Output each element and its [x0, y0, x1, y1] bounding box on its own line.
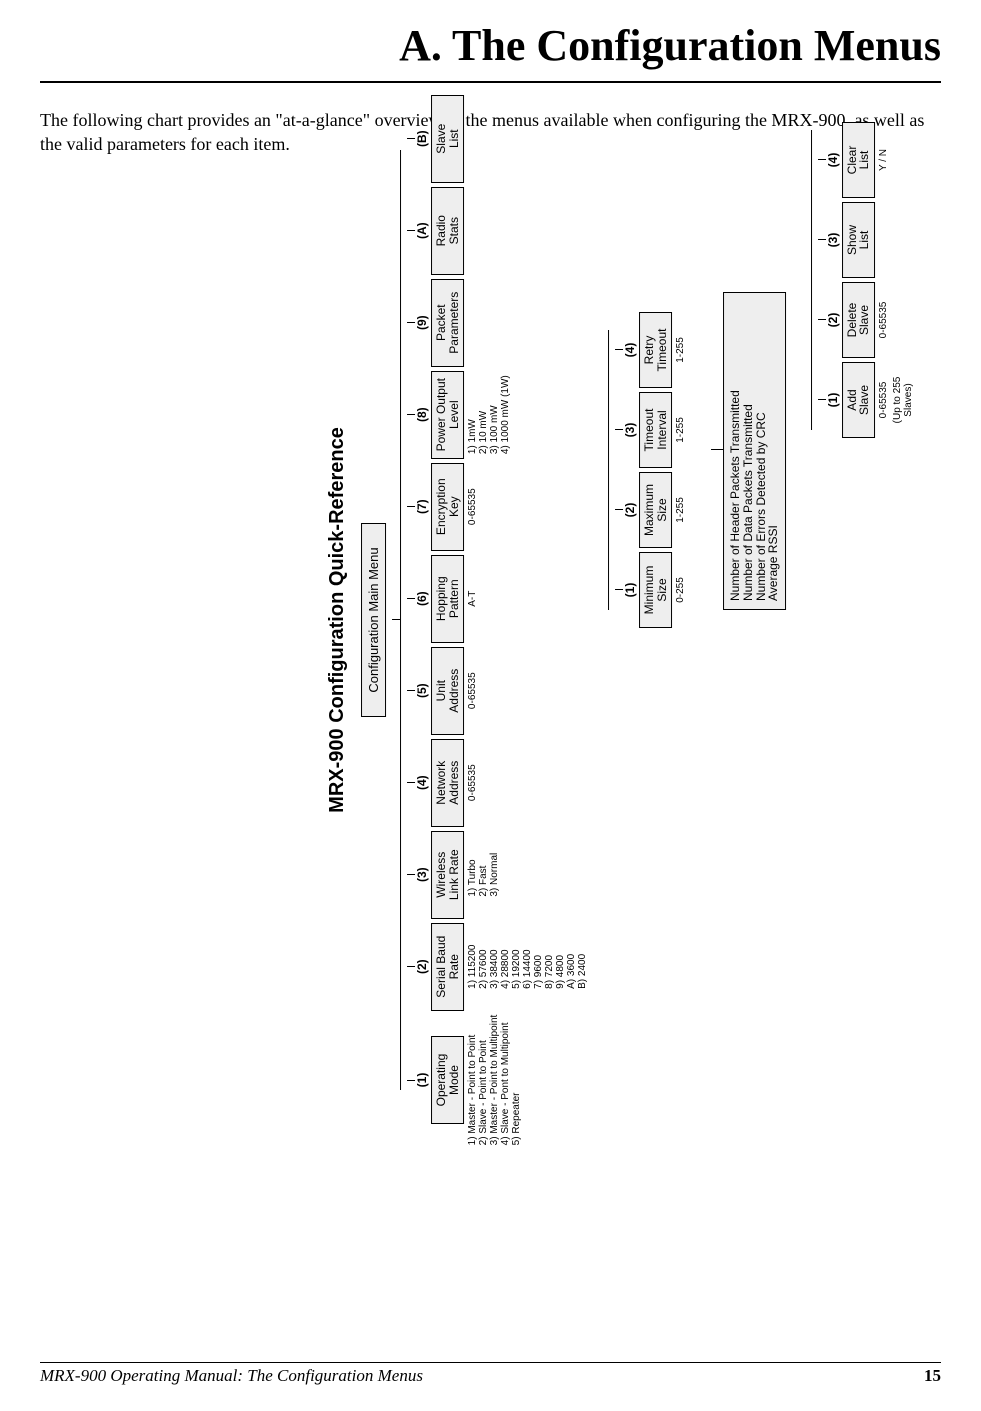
menu-node: (1)Add Slave0-65535(Up to 255 Slaves): [818, 362, 914, 438]
node-values: 0-65535: [878, 302, 889, 339]
node-box: Maximum Size: [639, 472, 672, 548]
node-box: Packet Parameters: [431, 279, 464, 367]
node-box: Radio Stats: [431, 187, 464, 275]
node-id: (5): [415, 683, 429, 698]
footer: MRX-900 Operating Manual: The Configurat…: [40, 1362, 941, 1386]
menu-node: (1)Minimum Size0-255: [615, 552, 686, 628]
appendix-title: A. The Configuration Menus: [40, 20, 941, 71]
node-box: Wireless Link Rate: [431, 831, 464, 919]
node-values: A-T: [467, 591, 478, 607]
node-values: 1) Turbo 2) Fast 3) Normal: [467, 853, 500, 897]
node-id: (1): [826, 393, 840, 408]
node-values: 0-65535: [467, 672, 478, 709]
node-values: Y / N: [878, 149, 889, 171]
node-box: Minimum Size: [639, 552, 672, 628]
node-values: 1) 115200 2) 57600 3) 38400 4) 28800 5) …: [467, 945, 588, 989]
root-node: Configuration Main Menu: [361, 523, 386, 717]
menu-node: (2)Serial Baud Rate1) 115200 2) 57600 3)…: [407, 923, 588, 1011]
node-id: (4): [623, 343, 637, 358]
menu-node: (4)Clear ListY / N: [818, 122, 889, 198]
node-id: (3): [415, 867, 429, 882]
config-diagram: MRX-900 Configuration Quick-Reference Co…: [326, 70, 914, 1170]
node-id: (3): [826, 233, 840, 248]
node-box: Encryption Key: [431, 463, 464, 551]
node-id: (1): [415, 1073, 429, 1088]
menu-node: (1)Operating Mode1) Master - Point to Po…: [407, 1015, 522, 1146]
node-box: Show List: [842, 202, 875, 278]
menu-node: (4)Network Address0-65535: [407, 739, 478, 827]
node-box: Slave List: [431, 95, 464, 183]
node-id: (B): [415, 130, 429, 147]
footer-left: MRX-900 Operating Manual: The Configurat…: [40, 1366, 423, 1386]
node-values: 1-255: [675, 417, 686, 443]
node-id: (3): [623, 423, 637, 438]
node-id: (2): [826, 313, 840, 328]
menu-node: (5)Unit Address0-65535: [407, 647, 478, 735]
node-box: Retry Timeout: [639, 312, 672, 388]
node-box: Clear List: [842, 122, 875, 198]
node-values: 1-255: [675, 497, 686, 523]
node-box: Power Output Level: [431, 371, 464, 459]
node-values: 0-65535: [878, 382, 889, 419]
footer-page-number: 15: [924, 1366, 941, 1386]
node-box: Network Address: [431, 739, 464, 827]
menu-node: (3)Show List: [818, 202, 875, 278]
radio-stats-details: Number of Header Packets Transmitted Num…: [723, 292, 785, 610]
menu-node: (7)Encryption Key0-65535: [407, 463, 478, 551]
node-box: Operating Mode: [431, 1036, 464, 1124]
node-id: (4): [826, 153, 840, 168]
menu-node: (6)Hopping PatternA-T: [407, 555, 478, 643]
node-id: (6): [415, 591, 429, 606]
node-box: Serial Baud Rate: [431, 923, 464, 1011]
node-id: (9): [415, 315, 429, 330]
node-values: 1) 1mW 2) 10 mW 3) 100 mW 4) 1000 mW (1W…: [467, 375, 511, 454]
node-id: (7): [415, 499, 429, 514]
node-box: Timeout Interval: [639, 392, 672, 468]
menu-node: (2)Maximum Size1-255: [615, 472, 686, 548]
node-values: 1) Master - Point to Point 2) Slave - Po…: [467, 1015, 522, 1146]
node-box: Unit Address: [431, 647, 464, 735]
node-values: 0-65535: [467, 488, 478, 525]
node-values: 0-65535: [467, 764, 478, 801]
diagram-title: MRX-900 Configuration Quick-Reference: [326, 70, 349, 1170]
menu-node: (4)Retry Timeout1-255: [615, 312, 686, 388]
node-id: (4): [415, 775, 429, 790]
node-id: (2): [623, 503, 637, 518]
node-box: Delete Slave: [842, 282, 875, 358]
menu-node: (3)Wireless Link Rate1) Turbo 2) Fast 3)…: [407, 831, 500, 919]
menu-node: (8)Power Output Level1) 1mW 2) 10 mW 3) …: [407, 371, 511, 459]
menu-node: (A)Radio Stats: [407, 187, 464, 275]
menu-node: (2)Delete Slave0-65535: [818, 282, 889, 358]
menu-node: (B)Slave List: [407, 95, 464, 183]
node-values: 1-255: [675, 337, 686, 363]
node-box: Hopping Pattern: [431, 555, 464, 643]
node-values: 0-255: [675, 577, 686, 603]
menu-node: (3)Timeout Interval1-255: [615, 392, 686, 468]
node-box: Add Slave: [842, 362, 875, 438]
node-id: (1): [623, 583, 637, 598]
node-id: (A): [415, 222, 429, 239]
node-id: (8): [415, 407, 429, 422]
node-note: (Up to 255 Slaves): [892, 377, 914, 424]
menu-node: (9)Packet Parameters: [407, 279, 464, 367]
node-id: (2): [415, 959, 429, 974]
